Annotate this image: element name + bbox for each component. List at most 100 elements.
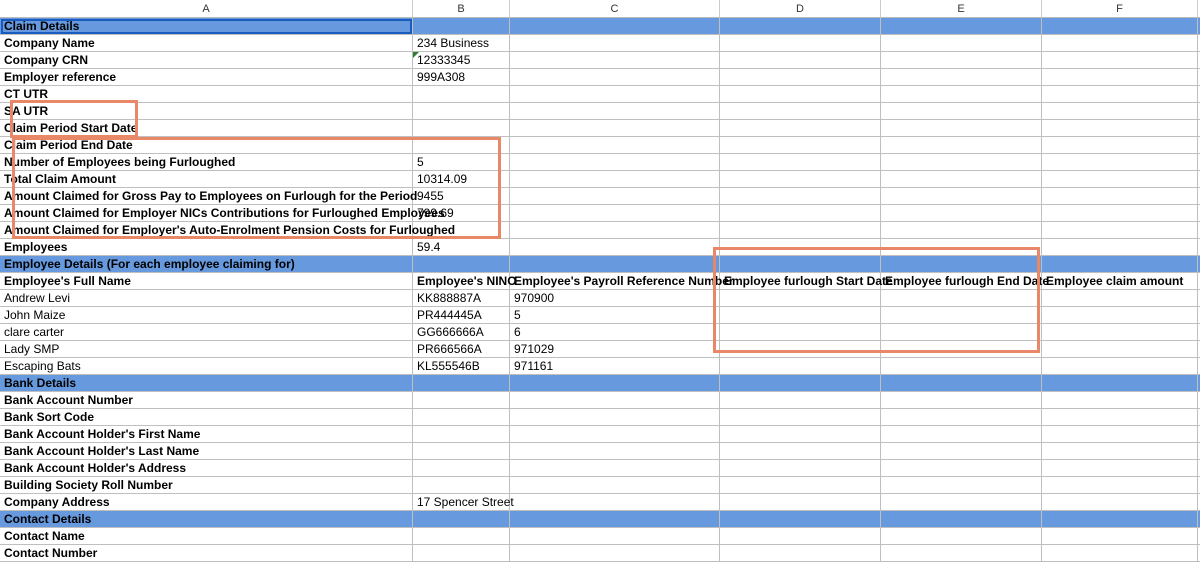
value[interactable]	[413, 477, 510, 493]
label: Bank Account Holder's First Name	[0, 426, 413, 442]
employee-end[interactable]	[881, 307, 1042, 323]
employee-name[interactable]: Lady SMP	[0, 341, 413, 357]
row-sa-utr[interactable]: SA UTR	[0, 103, 1200, 120]
section-contact-details[interactable]: Contact Details	[0, 511, 1200, 528]
employee-name[interactable]: Andrew Levi	[0, 290, 413, 306]
row-company-name[interactable]: Company Name 234 Business	[0, 35, 1200, 52]
employee-row[interactable]: Escaping Bats KL555546B 971161	[0, 358, 1200, 375]
section-claim-details[interactable]: Claim Details	[0, 18, 1200, 35]
value[interactable]	[413, 460, 510, 476]
value[interactable]	[413, 528, 510, 544]
employee-start[interactable]	[720, 307, 881, 323]
value[interactable]: 5	[413, 154, 510, 170]
value[interactable]: 59.4	[413, 239, 510, 255]
value[interactable]	[413, 443, 510, 459]
label: Employer reference	[0, 69, 413, 85]
value[interactable]	[413, 103, 510, 119]
section-bank-details[interactable]: Bank Details	[0, 375, 1200, 392]
label: Company CRN	[0, 52, 413, 68]
row-nics[interactable]: Amount Claimed for Employer NICs Contrib…	[0, 205, 1200, 222]
employee-payroll[interactable]: 970900	[510, 290, 720, 306]
col-header-f[interactable]: F	[1042, 0, 1198, 17]
value[interactable]: 17 Spencer Street	[413, 494, 510, 510]
employee-payroll[interactable]: 5	[510, 307, 720, 323]
row-total-claim[interactable]: Total Claim Amount 10314.09	[0, 171, 1200, 188]
employee-end[interactable]	[881, 341, 1042, 357]
employee-start[interactable]	[720, 358, 881, 374]
label: Claim Period End Date	[0, 137, 413, 153]
employee-start[interactable]	[720, 324, 881, 340]
row-num-employees[interactable]: Number of Employees being Furloughed 5	[0, 154, 1200, 171]
value[interactable]	[413, 392, 510, 408]
label: Amount Claimed for Employer's Auto-Enrol…	[0, 222, 413, 238]
col-header-d[interactable]: D	[720, 0, 881, 17]
value[interactable]: 999A308	[413, 69, 510, 85]
employee-name[interactable]: clare carter	[0, 324, 413, 340]
col-header-b[interactable]: B	[413, 0, 510, 17]
column-headers: A B C D E F	[0, 0, 1200, 18]
row-holder-first[interactable]: Bank Account Holder's First Name	[0, 426, 1200, 443]
row-claim-end[interactable]: Claim Period End Date	[0, 137, 1200, 154]
value[interactable]	[413, 426, 510, 442]
col-header-c[interactable]: C	[510, 0, 720, 17]
value[interactable]	[413, 86, 510, 102]
row-company-crn[interactable]: Company CRN 12333345	[0, 52, 1200, 69]
row-company-address[interactable]: Company Address 17 Spencer Street	[0, 494, 1200, 511]
value[interactable]	[413, 545, 510, 561]
label: Amount Claimed for Gross Pay to Employee…	[0, 188, 413, 204]
employee-nino[interactable]: GG666666A	[413, 324, 510, 340]
employee-payroll[interactable]: 971029	[510, 341, 720, 357]
row-pension-line2[interactable]: Employees 59.4	[0, 239, 1200, 256]
employee-nino[interactable]: KK888887A	[413, 290, 510, 306]
value[interactable]: 234 Business	[413, 35, 510, 51]
employee-amount[interactable]	[1042, 341, 1198, 357]
employee-nino[interactable]: PR444445A	[413, 307, 510, 323]
employee-end[interactable]	[881, 324, 1042, 340]
employee-nino[interactable]: KL555546B	[413, 358, 510, 374]
row-bank-account-number[interactable]: Bank Account Number	[0, 392, 1200, 409]
row-holder-address[interactable]: Bank Account Holder's Address	[0, 460, 1200, 477]
section-employee-details[interactable]: Employee Details (For each employee clai…	[0, 256, 1200, 273]
row-claim-start[interactable]: Claim Period Start Date	[0, 120, 1200, 137]
employee-name[interactable]: Escaping Bats	[0, 358, 413, 374]
employee-start[interactable]	[720, 290, 881, 306]
employee-row[interactable]: clare carter GG666666A 6	[0, 324, 1200, 341]
value[interactable]	[413, 222, 510, 238]
employee-column-headers[interactable]: Employee's Full Name Employee's NINO Emp…	[0, 273, 1200, 290]
row-bank-sort-code[interactable]: Bank Sort Code	[0, 409, 1200, 426]
employee-payroll[interactable]: 971161	[510, 358, 720, 374]
employee-payroll[interactable]: 6	[510, 324, 720, 340]
row-employer-ref[interactable]: Employer reference 999A308	[0, 69, 1200, 86]
value[interactable]: 12333345	[417, 53, 470, 67]
label: Amount Claimed for Employer NICs Contrib…	[0, 205, 413, 221]
row-ct-utr[interactable]: CT UTR	[0, 86, 1200, 103]
employee-amount[interactable]	[1042, 290, 1198, 306]
employee-row[interactable]: Lady SMP PR666566A 971029	[0, 341, 1200, 358]
employee-name[interactable]: John Maize	[0, 307, 413, 323]
employee-row[interactable]: John Maize PR444445A 5	[0, 307, 1200, 324]
col-employee-payroll: Employee's Payroll Reference Number	[510, 273, 720, 289]
value[interactable]: 10314.09	[413, 171, 510, 187]
row-bsrn[interactable]: Building Society Roll Number	[0, 477, 1200, 494]
value[interactable]: 9455	[413, 188, 510, 204]
employee-amount[interactable]	[1042, 358, 1198, 374]
col-header-e[interactable]: E	[881, 0, 1042, 17]
employee-start[interactable]	[720, 341, 881, 357]
value[interactable]	[413, 409, 510, 425]
row-holder-last[interactable]: Bank Account Holder's Last Name	[0, 443, 1200, 460]
employee-end[interactable]	[881, 290, 1042, 306]
col-header-a[interactable]: A	[0, 0, 413, 17]
row-contact-number[interactable]: Contact Number	[0, 545, 1200, 562]
employee-end[interactable]	[881, 358, 1042, 374]
value[interactable]	[413, 137, 510, 153]
row-contact-name[interactable]: Contact Name	[0, 528, 1200, 545]
employee-row[interactable]: Andrew Levi KK888887A 970900	[0, 290, 1200, 307]
row-gross-pay[interactable]: Amount Claimed for Gross Pay to Employee…	[0, 188, 1200, 205]
employee-amount[interactable]	[1042, 307, 1198, 323]
value[interactable]: 799.69	[413, 205, 510, 221]
employee-nino[interactable]: PR666566A	[413, 341, 510, 357]
row-pension-line1[interactable]: Amount Claimed for Employer's Auto-Enrol…	[0, 222, 1200, 239]
employee-amount[interactable]	[1042, 324, 1198, 340]
value[interactable]	[413, 120, 510, 136]
section-label: Employee Details (For each employee clai…	[0, 256, 413, 272]
